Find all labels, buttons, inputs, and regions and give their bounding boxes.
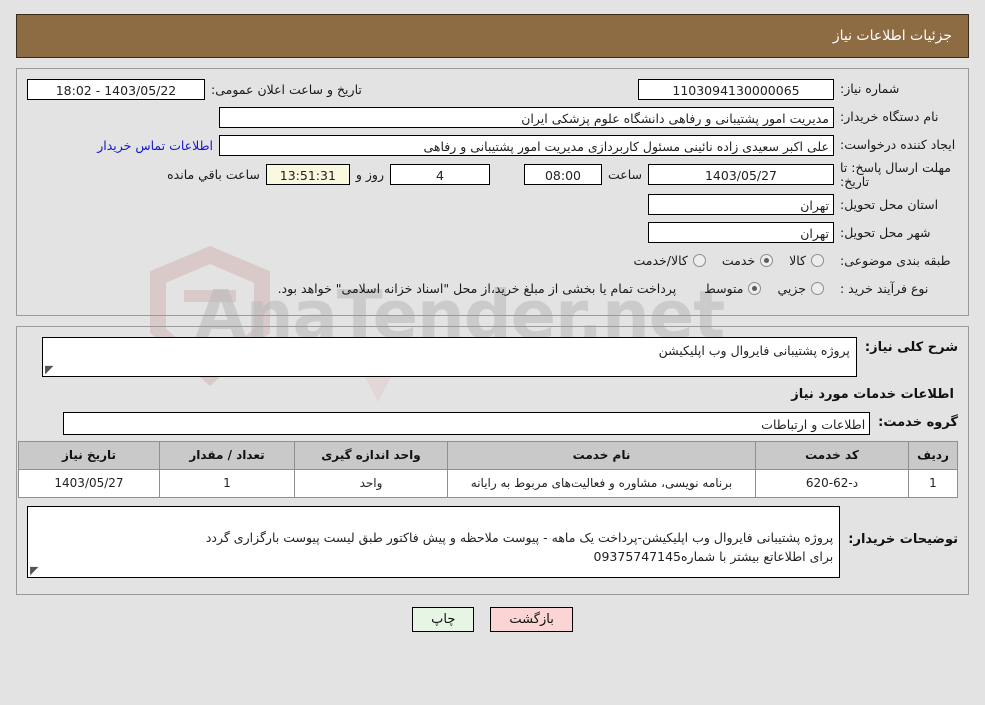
radio-subject-kala[interactable]: کالا [789,253,824,268]
field-service-group[interactable]: اطلاعات و ارتباطات [63,411,871,435]
label-hour: ساعت [607,167,642,183]
field-days-remaining: 4 [389,164,490,186]
label-delivery-province: استان محل تحویل: [840,196,939,212]
cell-service-code: د-62-620 [755,468,909,498]
col-need-date: تاریخ نیاز [18,440,160,470]
col-row-no: ردیف [908,440,958,470]
footer-actions: بازگشت چاپ [0,606,985,632]
radio-indicator-kala[interactable] [811,254,824,267]
radio-label-jozyi: جزیي [777,281,806,296]
cell-row-no: 1 [908,468,958,498]
cell-need-date: 1403/05/27 [18,468,160,498]
cell-quantity: 1 [159,468,295,498]
label-need-number: شماره نیاز: [840,81,900,97]
need-description-panel: شرح کلی نیاز: پروژه پشتیبانی فایروال وب … [16,325,969,595]
row-buyer-org: نام دستگاه خریدار: مدیریت امور پشتیبانی … [27,105,958,129]
buyer-notes-text: پروژه پشتیبانی فایروال وب اپلیکیشن-پرداخ… [205,530,834,564]
radio-indicator-motevaset[interactable] [748,282,762,295]
purchase-type-note: پرداخت تمام یا بخشی از مبلغ خرید،از محل … [277,281,677,296]
radio-label-kala-khedmat: کالا/خدمت [633,253,688,268]
field-request-creator[interactable]: علی اکبر سعیدی زاده نائینی مسئول کاربردا… [219,134,834,156]
row-response-deadline: مهلت ارسال پاسخ: تا تاریخ: 1403/05/27 سا… [27,161,958,189]
buyer-contact-link[interactable]: اطلاعات تماس خریدار [97,138,213,153]
print-button[interactable]: چاپ [412,606,475,632]
label-service-group: گروه خدمت: [878,414,958,430]
cell-service-name: برنامه نویسی، مشاوره و فعالیت‌های مربوط … [447,468,756,498]
radio-purchase-motevaset[interactable]: متوسط [704,281,762,296]
resize-handle-icon-notes[interactable]: ◥ [30,564,40,577]
field-time-remaining: 13:51:31 [265,164,350,186]
field-deadline-date[interactable]: 1403/05/27 [648,164,834,186]
label-general-desc: شرح کلی نیاز: [864,339,958,355]
label-day-and: روز و [355,167,384,183]
label-subject-category: طبقه بندی موضوعی: [840,252,951,268]
field-general-desc[interactable]: پروژه پشتیبانی فایروال وب اپلیکیشن ◥ [41,336,857,377]
row-delivery-city: شهر محل تحویل: تهران [27,221,958,245]
radio-label-khedmat: خدمت [721,253,756,268]
label-delivery-city: شهر محل تحویل: [840,224,931,240]
field-delivery-city[interactable]: تهران [648,222,834,243]
field-deadline-time[interactable]: 08:00 [523,164,602,186]
row-service-group: گروه خدمت: اطلاعات و ارتباطات [27,411,958,435]
label-hours-remaining: ساعت باقي مانده [167,167,260,183]
row-request-creator: ایجاد کننده درخواست: علی اکبر سعیدی زاده… [27,133,958,157]
page-title: جزئیات اطلاعات نیاز [832,28,952,44]
back-button[interactable]: بازگشت [490,606,573,632]
radio-label-kala: کالا [789,253,806,268]
row-delivery-province: استان محل تحویل: تهران [27,193,958,217]
row-purchase-type: نوع فرآیند خرید : جزیي متوسط پرداخت تمام… [27,277,958,301]
label-public-announce: تاریخ و ساعت اعلان عمومی: [211,81,362,97]
label-buyer-notes: توضیحات خریدار: [848,531,958,547]
label-response-deadline: مهلت ارسال پاسخ: تا تاریخ: [840,160,951,189]
needs-table: ردیف کد خدمت نام خدمت واحد اندازه گیری ت… [18,440,958,498]
row-need-number: شماره نیاز: 1103094130000065 تاریخ و ساع… [27,77,958,101]
row-subject-category: طبقه بندی موضوعی: کالا خدمت کالا/خدمت [27,249,958,273]
cell-unit: واحد [294,468,448,498]
col-service-name: نام خدمت [447,440,756,470]
radio-subject-kala-khedmat[interactable]: کالا/خدمت [633,253,706,268]
label-buyer-org: نام دستگاه خریدار: [840,109,939,125]
table-row: 1 د-62-620 برنامه نویسی، مشاوره و فعالیت… [18,468,958,498]
col-quantity: تعداد / مقدار [159,440,295,470]
table-header-row: ردیف کد خدمت نام خدمت واحد اندازه گیری ت… [18,440,958,470]
radio-indicator-khedmat[interactable] [760,254,774,267]
row-buyer-notes: توضیحات خریدار: پروژه پشتیبانی فایروال و… [27,505,958,578]
radio-indicator-jozyi[interactable] [811,282,824,295]
radio-label-motevaset: متوسط [704,281,744,296]
field-need-number[interactable]: 1103094130000065 [638,78,834,100]
radio-indicator-kala-khedmat[interactable] [692,254,706,267]
services-info-title: اطلاعات خدمات مورد نیاز [791,386,954,402]
col-unit: واحد اندازه گیری [294,440,448,470]
general-desc-text: پروژه پشتیبانی فایروال وب اپلیکیشن [658,342,850,358]
field-buyer-notes[interactable]: پروژه پشتیبانی فایروال وب اپلیکیشن-پرداخ… [27,505,841,578]
need-info-panel: شماره نیاز: 1103094130000065 تاریخ و ساع… [16,68,969,316]
label-request-creator: ایجاد کننده درخواست: [840,137,956,153]
row-general-desc: شرح کلی نیاز: پروژه پشتیبانی فایروال وب … [27,336,958,377]
page-header: جزئیات اطلاعات نیاز [16,14,969,58]
resize-handle-icon[interactable]: ◥ [45,363,55,376]
col-service-code: کد خدمت [755,440,909,470]
radio-subject-khedmat[interactable]: خدمت [721,253,774,268]
radio-purchase-jozyi[interactable]: جزیي [777,281,824,296]
field-public-announce[interactable]: 1403/05/22 - 18:02 [27,78,205,100]
field-buyer-org[interactable]: مدیریت امور پشتیبانی و رفاهی دانشگاه علو… [219,106,834,128]
label-purchase-type: نوع فرآیند خرید : [840,280,929,296]
field-delivery-province[interactable]: تهران [648,194,834,215]
